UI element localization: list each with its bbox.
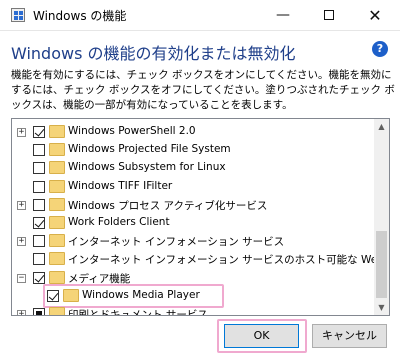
feature-label: Windows プロセス アクティブ化サービス <box>68 199 268 212</box>
feature-checkbox[interactable] <box>33 162 45 175</box>
expand-plus-icon[interactable]: + <box>17 237 26 247</box>
folder-icon <box>49 197 65 211</box>
expand-plus-icon[interactable]: + <box>17 310 26 315</box>
feature-row[interactable]: + Windows PowerShell 2.0 <box>12 123 374 141</box>
ok-button[interactable]: OK <box>224 324 299 348</box>
feature-row[interactable]: + Windows プロセス アクティブ化サービス <box>12 196 374 214</box>
folder-icon <box>49 234 65 248</box>
feature-label: インターネット インフォメーション サービス <box>68 236 285 249</box>
cancel-button[interactable]: キャンセル <box>312 324 387 348</box>
feature-checkbox[interactable] <box>33 198 45 211</box>
features-tree[interactable]: + Windows PowerShell 2.0 Windows Projected… <box>11 118 390 316</box>
folder-icon <box>49 161 65 175</box>
folder-icon <box>49 252 65 266</box>
help-icon[interactable]: ? <box>372 41 388 57</box>
feature-row[interactable]: + インターネット インフォメーション サービス <box>12 232 374 250</box>
feature-checkbox[interactable] <box>33 180 45 193</box>
windows-features-app-icon <box>11 8 25 22</box>
feature-checkbox[interactable] <box>33 271 45 284</box>
feature-row[interactable]: Windows TIFF IFilter <box>12 178 374 196</box>
vertical-scrollbar[interactable]: ▲ ▼ <box>374 119 389 315</box>
window-title: Windows の機能 <box>33 9 127 23</box>
minimize-button[interactable]: — <box>260 0 306 31</box>
feature-row[interactable]: Windows Projected File System <box>12 141 374 159</box>
feature-row[interactable]: Work Folders Client <box>12 214 374 232</box>
feature-checkbox[interactable] <box>33 217 45 229</box>
folder-icon <box>49 179 65 193</box>
folder-icon <box>49 270 65 284</box>
feature-label: Windows TIFF IFilter <box>68 179 173 192</box>
feature-row[interactable]: Windows Subsystem for Linux <box>12 159 374 177</box>
collapse-minus-icon[interactable]: − <box>17 273 26 283</box>
feature-row[interactable]: インターネット インフォメーション サービスのホスト可能な Web コア <box>12 250 389 268</box>
feature-checkbox[interactable] <box>33 235 45 248</box>
feature-label: Windows Subsystem for Linux <box>68 161 226 174</box>
features-list: + Windows PowerShell 2.0 Windows Projected… <box>12 119 389 316</box>
folder-icon <box>49 216 65 229</box>
feature-label: Work Folders Client <box>68 216 170 228</box>
scroll-down-arrow-icon[interactable]: ▼ <box>374 300 389 315</box>
feature-checkbox[interactable] <box>33 126 45 138</box>
feature-label: Windows Projected File System <box>68 143 231 156</box>
maximize-icon <box>324 10 334 20</box>
feature-row[interactable]: + 印刷とドキュメント サービス <box>12 305 374 316</box>
folder-icon <box>49 125 65 138</box>
expand-plus-icon[interactable]: + <box>17 200 26 210</box>
description-text: 機能を有効にするには、チェック ボックスをオンにしてください。機能を無効にするに… <box>11 69 395 111</box>
maximize-button[interactable] <box>306 0 352 31</box>
scroll-up-arrow-icon[interactable]: ▲ <box>374 119 389 134</box>
feature-label: Windows PowerShell 2.0 <box>68 125 196 137</box>
feature-checkbox[interactable] <box>33 144 45 157</box>
feature-checkbox[interactable] <box>33 253 45 266</box>
title-bar: Windows の機能 — ✕ <box>0 0 400 31</box>
feature-label: 印刷とドキュメント サービス <box>68 309 208 316</box>
close-button[interactable]: ✕ <box>352 0 398 31</box>
scrollbar-thumb[interactable] <box>376 231 387 298</box>
feature-checkbox[interactable] <box>33 308 45 315</box>
feature-label: インターネット インフォメーション サービスのホスト可能な Web コア <box>68 254 390 267</box>
folder-icon <box>49 143 65 157</box>
folder-icon <box>49 307 65 315</box>
expand-plus-icon[interactable]: + <box>17 128 26 137</box>
dialog-heading: Windows の機能の有効化または無効化 <box>11 44 296 63</box>
